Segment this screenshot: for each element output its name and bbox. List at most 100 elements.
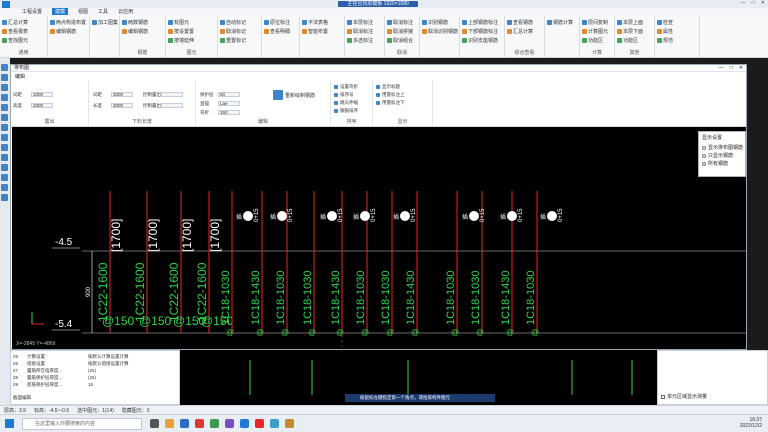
menu-item-tools[interactable]: 工具 bbox=[98, 8, 108, 15]
ribbon-button[interactable]: 检查 bbox=[657, 19, 673, 26]
ribbon-button[interactable]: 本层下面 bbox=[617, 28, 643, 35]
ribbon-button[interactable]: 多选标注 bbox=[347, 37, 373, 44]
side-tab-icon[interactable] bbox=[1, 144, 8, 151]
toolbar-option[interactable]: 显示标题 bbox=[376, 84, 400, 90]
ribbon-button[interactable]: 取消拼接 bbox=[387, 28, 413, 35]
ribbon-button[interactable]: 汇总计算 bbox=[507, 28, 533, 35]
clock[interactable]: 16:37 2022/12/2 bbox=[740, 417, 762, 429]
ribbon-button[interactable]: 本层上面 bbox=[617, 19, 643, 26]
ribbon-button[interactable]: 规范 bbox=[657, 37, 673, 44]
side-tab-icon[interactable] bbox=[1, 104, 8, 111]
dialog-tab-edit[interactable]: 编辑 bbox=[15, 73, 25, 80]
toolbar-option[interactable]: 用量标注下 bbox=[376, 100, 405, 106]
display-measure-checkbox[interactable]: 单元区域显示测量 bbox=[661, 393, 707, 400]
ribbon-button[interactable]: 编辑钢筋 bbox=[122, 28, 148, 35]
side-tab-icon[interactable] bbox=[1, 124, 8, 131]
ribbon-button[interactable]: 查看明细 bbox=[264, 28, 290, 35]
toolbar-option[interactable]: 设置弯折 bbox=[334, 84, 358, 90]
value-input[interactable]: 2000 bbox=[31, 103, 53, 108]
ribbon-button[interactable]: 自动标记 bbox=[220, 19, 246, 26]
ribbon-button[interactable]: 编辑钢筋 bbox=[50, 28, 76, 35]
ribbon-button[interactable]: 有图元 bbox=[168, 19, 189, 26]
value-input[interactable]: 1000 bbox=[31, 92, 53, 97]
option-rebar-only[interactable]: 只显示钢筋 bbox=[702, 152, 733, 159]
ribbon-button[interactable]: 平法表格 bbox=[302, 19, 328, 26]
ribbon-button[interactable]: 按墙延伸 bbox=[168, 37, 194, 44]
property-row[interactable]: 29 底筋保护层厚度... 15 bbox=[13, 382, 93, 388]
side-tab-icon[interactable] bbox=[1, 114, 8, 121]
value-input[interactable] bbox=[161, 92, 183, 97]
dialog-close-button[interactable]: ✕ bbox=[739, 65, 743, 72]
ribbon-button[interactable]: 原位标注 bbox=[264, 19, 290, 26]
start-icon[interactable] bbox=[5, 419, 14, 428]
ribbon-button[interactable]: 取消标注 bbox=[347, 28, 373, 35]
ribbon-button[interactable]: 取消标记 bbox=[220, 28, 246, 35]
ribbon-button[interactable]: 重置标记 bbox=[220, 37, 246, 44]
ribbon-button[interactable]: 查看钢筋 bbox=[507, 19, 533, 26]
toolbar-option[interactable]: 排序号 bbox=[334, 92, 354, 98]
ribbon-button[interactable]: 识别支座钢筋 bbox=[462, 37, 498, 44]
ribbon-button[interactable]: 查看报表 bbox=[2, 28, 28, 35]
option-all-rebar[interactable]: 所有钢筋 bbox=[702, 160, 728, 167]
side-tab-icon[interactable] bbox=[1, 134, 8, 141]
app-icon[interactable] bbox=[240, 419, 249, 428]
ribbon-button[interactable]: 计算图元 bbox=[582, 28, 608, 35]
side-tab-icon[interactable] bbox=[1, 194, 8, 201]
ribbon-button[interactable]: 查找图元 bbox=[2, 37, 28, 44]
drawing-canvas[interactable]: -4.5 -5.4 900 1C22-1600 [1700] @150 1C22-1600[… bbox=[12, 127, 746, 349]
toolbar-option[interactable]: 钢筋排序 bbox=[334, 108, 358, 114]
value-input[interactable]: 150 bbox=[218, 110, 240, 115]
menu-item-project-settings[interactable]: 工程设置 bbox=[22, 8, 42, 15]
value-input[interactable] bbox=[161, 103, 183, 108]
ribbon-button[interactable]: 下部钢筋标注 bbox=[462, 28, 498, 35]
ribbon-button[interactable]: 上部钢筋标注 bbox=[462, 19, 498, 26]
side-tab-icon[interactable] bbox=[1, 164, 8, 171]
app-icon[interactable] bbox=[225, 419, 234, 428]
redraw-rebar-button[interactable]: 重新绘制钢筋 bbox=[273, 90, 315, 100]
ribbon-button[interactable]: 两数钢筋 bbox=[122, 19, 148, 26]
ribbon-button[interactable]: 功能区 bbox=[617, 37, 638, 44]
minimize-button[interactable]: — bbox=[741, 0, 746, 6]
ribbon-button[interactable]: 属性 bbox=[657, 28, 673, 35]
property-row[interactable]: 27 露筋所在墙厚度... (25) bbox=[13, 368, 96, 374]
side-tab-icon[interactable] bbox=[1, 94, 8, 101]
ribbon-button[interactable]: 取消组合 bbox=[387, 37, 413, 44]
ribbon-button[interactable]: 两点构造布置 bbox=[50, 19, 86, 26]
taskbar-search-input[interactable]: 在这里输入你要搜索的内容 bbox=[22, 418, 142, 430]
ribbon-button[interactable]: 取消识别钢筋 bbox=[422, 28, 458, 35]
ribbon-button[interactable]: 取消标注 bbox=[387, 19, 413, 26]
side-tab-icon[interactable] bbox=[1, 184, 8, 191]
ribbon-button[interactable]: 层间复制 bbox=[582, 19, 608, 26]
menu-item-modeling[interactable]: 建模 bbox=[52, 8, 69, 15]
property-row[interactable]: 28 露筋保护层厚度... (25) bbox=[13, 375, 96, 381]
toolbar-option[interactable]: 用量标注上 bbox=[376, 92, 405, 98]
side-tab-icon[interactable] bbox=[1, 74, 8, 81]
value-input[interactable]: 50 bbox=[218, 92, 240, 97]
side-tab-icon[interactable] bbox=[1, 154, 8, 161]
option-show-layout-rebar[interactable]: 显示排布图钢筋 bbox=[702, 144, 743, 151]
section-edit-link[interactable]: 截面编辑 bbox=[13, 395, 31, 401]
app-icon[interactable] bbox=[210, 419, 219, 428]
dialog-maximize-button[interactable]: □ bbox=[730, 65, 733, 72]
ribbon-button[interactable]: 功能区 bbox=[582, 37, 603, 44]
side-tab-icon[interactable] bbox=[1, 84, 8, 91]
task-view-icon[interactable] bbox=[150, 419, 159, 428]
dialog-minimize-button[interactable]: — bbox=[719, 65, 724, 72]
ribbon-button[interactable]: 按设置置 bbox=[168, 28, 194, 35]
close-button[interactable]: ✕ bbox=[761, 0, 765, 6]
toolbar-option[interactable]: 跳头伸缩 bbox=[334, 100, 358, 106]
side-tab-icon[interactable] bbox=[1, 64, 8, 71]
menu-item-view[interactable]: 视图 bbox=[78, 8, 88, 15]
ribbon-button[interactable]: 加工图集 bbox=[92, 19, 118, 26]
app-icon[interactable] bbox=[285, 419, 294, 428]
ribbon-button[interactable]: 识别钢筋 bbox=[422, 19, 448, 26]
side-tab-icon[interactable] bbox=[1, 174, 8, 181]
menu-item-cloud[interactable]: 云应用 bbox=[118, 8, 133, 15]
property-row[interactable]: 25 计算设置 按默认计算设置计算 bbox=[13, 354, 129, 360]
app-icon[interactable] bbox=[255, 419, 264, 428]
ribbon-button[interactable]: 智能布置 bbox=[302, 28, 328, 35]
ribbon-button[interactable]: 汇总计算 bbox=[2, 19, 28, 26]
value-input[interactable]: Lae bbox=[218, 101, 240, 106]
browser-icon[interactable] bbox=[180, 419, 189, 428]
maximize-button[interactable]: □ bbox=[752, 0, 755, 6]
